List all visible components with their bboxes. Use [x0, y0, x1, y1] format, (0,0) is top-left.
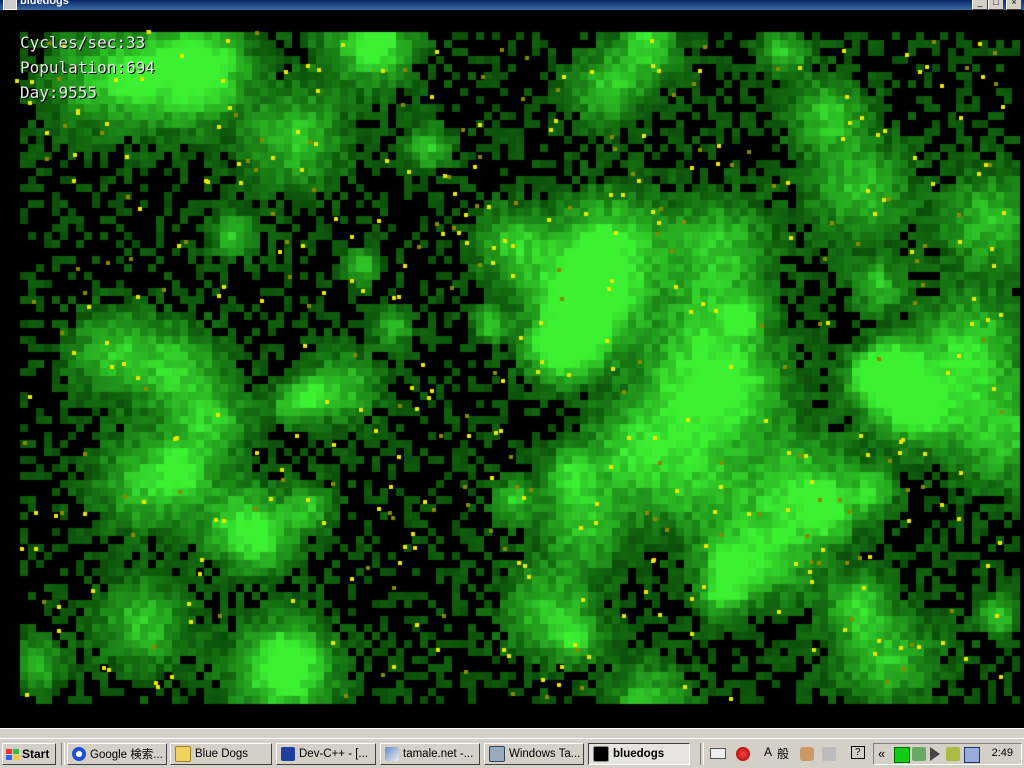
day-value: 9555 — [58, 83, 98, 102]
maximize-button[interactable]: □ — [988, 0, 1004, 10]
task-blue-dogs-folder[interactable]: Blue Dogs — [170, 743, 272, 765]
display-settings-icon[interactable] — [964, 747, 980, 763]
task-devcpp[interactable]: Dev-C++ - [... — [276, 743, 376, 765]
task-windows-task-manager[interactable]: Windows Ta... — [484, 743, 584, 765]
close-button[interactable]: × — [1006, 0, 1022, 10]
taskbar-separator — [700, 743, 704, 765]
day-label: Day: — [20, 83, 59, 102]
title-bar[interactable]: bluedogs _ □ × — [0, 0, 1024, 10]
population-stat: Population:694 — [20, 55, 155, 80]
cycles-value: 33 — [125, 33, 146, 52]
devcpp-icon — [281, 747, 295, 761]
ime-icon[interactable] — [736, 747, 750, 761]
tray-expand-button[interactable]: « — [878, 746, 885, 761]
monitor-icon[interactable] — [912, 747, 926, 761]
task-google-search[interactable]: Google 検索... — [67, 743, 167, 765]
help-icon[interactable]: ? — [851, 746, 865, 759]
population-label: Population: — [20, 58, 126, 77]
keyboard-icon[interactable] — [710, 748, 726, 759]
google-icon — [72, 747, 86, 761]
ime-a-label[interactable]: A — [764, 745, 772, 759]
day-stat: Day:9555 — [20, 80, 155, 105]
ime-kanji-label[interactable]: 般 — [777, 745, 789, 762]
speaker-icon[interactable] — [930, 747, 940, 761]
cycles-stat: Cycles/sec:33 — [20, 30, 155, 55]
tools-icon[interactable] — [800, 747, 814, 761]
app-icon[interactable] — [3, 0, 17, 10]
system-tray: « 2:49 — [873, 743, 1022, 765]
task-putty[interactable]: tamale.net -... — [380, 743, 480, 765]
putty-icon — [385, 747, 399, 761]
minimize-button[interactable]: _ — [972, 0, 988, 10]
task-label: tamale.net -... — [403, 748, 474, 760]
network-icon[interactable] — [894, 747, 910, 763]
window-title: bluedogs — [20, 0, 69, 7]
clock[interactable]: 2:49 — [992, 747, 1013, 759]
windows-logo-icon — [6, 748, 19, 760]
taskbar: Start Google 検索... Blue Dogs Dev-C++ - [… — [0, 738, 1024, 768]
pen-icon[interactable] — [822, 747, 836, 761]
console-icon — [593, 746, 609, 762]
task-label: Google 検索... — [90, 749, 163, 761]
simulation-world[interactable]: Cycles/sec:33 Population:694 Day:9555 — [0, 10, 1024, 728]
task-label: Blue Dogs — [195, 748, 249, 760]
start-button[interactable]: Start — [2, 743, 56, 765]
task-bluedogs[interactable]: bluedogs — [588, 743, 690, 765]
population-value: 694 — [125, 58, 155, 77]
world-canvas[interactable] — [0, 10, 1024, 728]
taskbar-separator — [61, 743, 65, 765]
folder-icon — [175, 746, 191, 762]
power-icon[interactable] — [946, 747, 960, 761]
task-label: Dev-C++ - [... — [299, 748, 369, 760]
task-label: Windows Ta... — [509, 748, 581, 760]
start-label: Start — [22, 747, 50, 761]
taskmgr-icon — [489, 746, 505, 762]
stats-overlay: Cycles/sec:33 Population:694 Day:9555 — [20, 30, 155, 105]
task-label: bluedogs — [613, 748, 665, 760]
cycles-label: Cycles/sec: — [20, 33, 126, 52]
